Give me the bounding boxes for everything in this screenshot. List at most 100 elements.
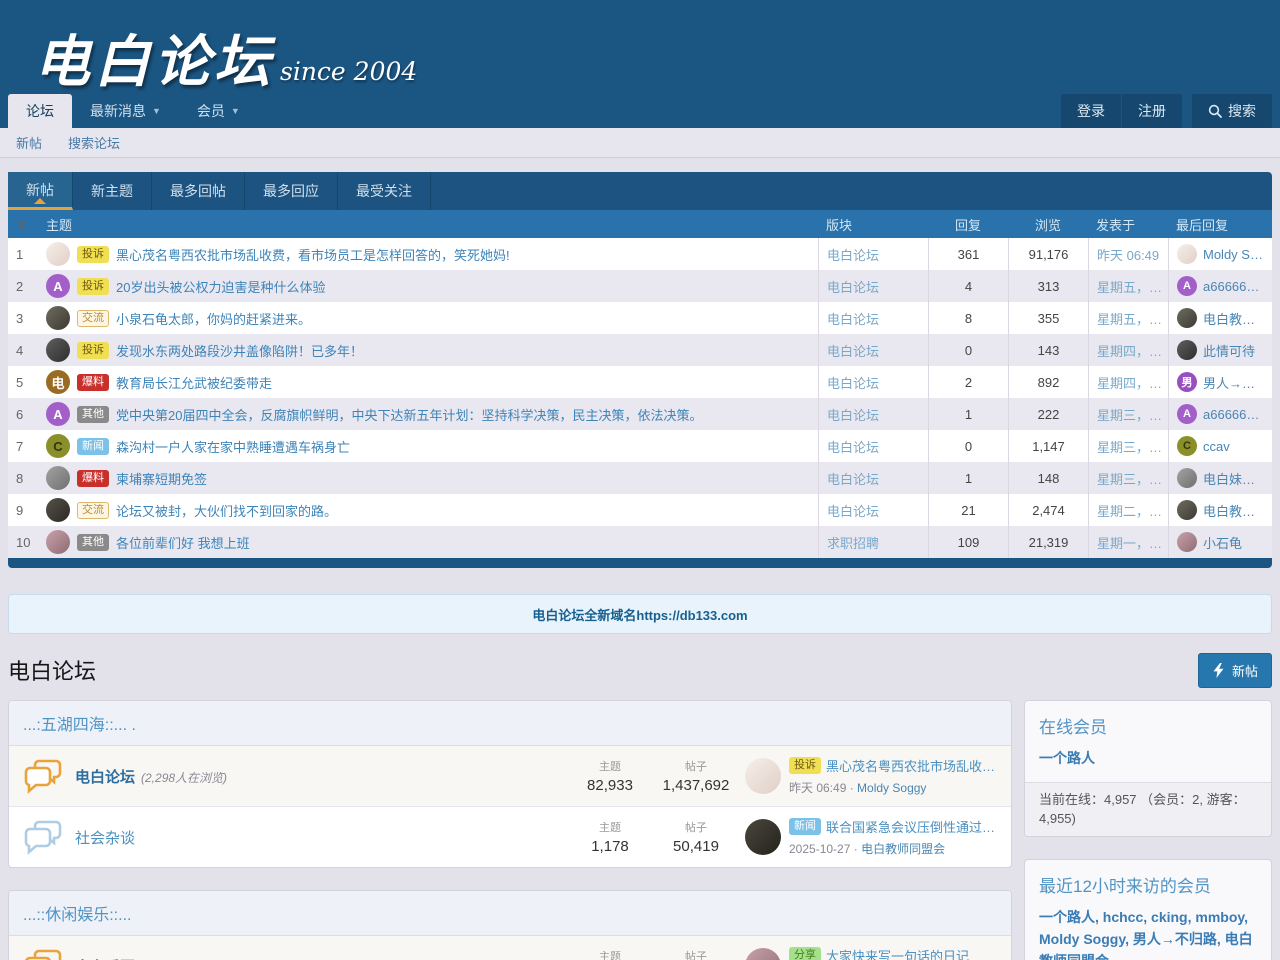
topic-title-link[interactable]: 党中央第20届四中全会，反腐旗帜鲜明，中央下达新五年计划：坚持科学决策，民主决策… <box>116 405 702 424</box>
latest-post-title-link[interactable]: 联合国紧急会议压倒性通过… <box>826 817 995 836</box>
topic-title-link[interactable]: 黑心茂名粤西农批市场乱收费，看市场员工是怎样回答的，笑死她妈! <box>116 245 510 264</box>
prefix-badge[interactable]: 爆料 <box>77 374 109 391</box>
forum-link[interactable]: 电白论坛 <box>827 309 879 328</box>
visitor-link[interactable]: 一个路人 <box>1039 909 1103 925</box>
subnav-search-forums[interactable]: 搜索论坛 <box>68 133 120 152</box>
prefix-badge[interactable]: 投诉 <box>77 246 109 263</box>
last-reply-user-link[interactable]: 电白妹子… <box>1203 469 1264 488</box>
tab-most-replies[interactable]: 最多回帖 <box>152 172 245 210</box>
forum-link[interactable]: 电白论坛 <box>827 469 879 488</box>
avatar[interactable] <box>745 819 781 855</box>
search-button[interactable]: 搜索 <box>1192 94 1272 128</box>
visitor-link[interactable]: 男人→不归路 <box>1133 931 1225 947</box>
avatar[interactable] <box>1177 340 1197 360</box>
avatar[interactable]: A <box>1177 404 1197 424</box>
post-date-link[interactable]: 星期四，… <box>1097 373 1162 392</box>
prefix-badge[interactable]: 交流 <box>77 310 109 327</box>
subnav-new-posts[interactable]: 新帖 <box>16 133 42 152</box>
topic-title-link[interactable]: 20岁出头被公权力迫害是种什么体验 <box>116 277 325 296</box>
prefix-badge[interactable]: 分享 <box>789 947 821 960</box>
avatar[interactable]: A <box>46 274 70 298</box>
post-date-link[interactable]: 星期三，… <box>1097 405 1162 424</box>
topic-title-link[interactable]: 论坛又被封，大伙们找不到回家的路。 <box>116 501 337 520</box>
avatar[interactable] <box>1177 244 1197 264</box>
latest-post-user-link[interactable]: 电白教师同盟会 <box>861 842 945 856</box>
avatar[interactable] <box>46 242 70 266</box>
visitor-link[interactable]: cking <box>1151 909 1195 925</box>
topic-title-link[interactable]: 柬埔寨短期免签 <box>116 469 207 488</box>
forum-link[interactable]: 电白论坛 <box>827 341 879 360</box>
forum-link[interactable]: 电白论坛 <box>827 245 879 264</box>
forum-link[interactable]: 电白论坛 <box>827 373 879 392</box>
visitor-link[interactable]: hchcc <box>1103 909 1151 925</box>
avatar[interactable] <box>1177 308 1197 328</box>
last-reply-user-link[interactable]: 男人→不… <box>1203 373 1264 392</box>
forum-link[interactable]: 电白论坛 <box>827 405 879 424</box>
nav-tab-forums[interactable]: 论坛 <box>8 94 72 128</box>
tab-most-viewed[interactable]: 最受关注 <box>338 172 431 210</box>
forum-link[interactable]: 求职招聘 <box>827 533 879 552</box>
forum-link[interactable]: 电白论坛 <box>827 437 879 456</box>
panel-title[interactable]: 在线会员 <box>1025 701 1271 746</box>
prefix-badge[interactable]: 投诉 <box>77 342 109 359</box>
panel-title[interactable]: 最近12小时来访的会员 <box>1025 860 1271 905</box>
nav-tab-whats-new[interactable]: 最新消息▼ <box>72 94 179 128</box>
tab-most-reactions[interactable]: 最多回应 <box>245 172 338 210</box>
topic-title-link[interactable]: 各位前辈们好 我想上班 <box>116 533 250 552</box>
avatar[interactable]: 电 <box>46 370 70 394</box>
last-reply-user-link[interactable]: Moldy So… <box>1203 247 1264 262</box>
avatar[interactable] <box>745 758 781 794</box>
prefix-badge[interactable]: 爆料 <box>77 470 109 487</box>
register-button[interactable]: 注册 <box>1121 94 1182 128</box>
last-reply-user-link[interactable]: 电白教师… <box>1203 501 1264 520</box>
prefix-badge[interactable]: 投诉 <box>77 278 109 295</box>
online-member-link[interactable]: 一个路人 <box>1039 750 1095 766</box>
topic-title-link[interactable]: 发现水东两处路段沙井盖像陷阱！已多年！ <box>116 341 363 360</box>
forum-title-link[interactable]: 水上乐园 <box>75 956 135 960</box>
post-date-link[interactable]: 昨天 06:49 <box>1097 245 1159 264</box>
avatar[interactable]: A <box>1177 276 1197 296</box>
post-date-link[interactable]: 星期五，… <box>1097 309 1162 328</box>
tab-new-threads[interactable]: 新主题 <box>73 172 152 210</box>
avatar[interactable] <box>46 530 70 554</box>
avatar[interactable] <box>46 498 70 522</box>
last-reply-user-link[interactable]: 小石龟 <box>1203 533 1242 552</box>
visitor-link[interactable]: mmboy <box>1195 909 1248 925</box>
post-date-link[interactable]: 星期三，… <box>1097 469 1162 488</box>
avatar[interactable] <box>46 338 70 362</box>
visitor-link[interactable]: Moldy Soggy <box>1039 931 1133 947</box>
avatar[interactable]: A <box>46 402 70 426</box>
prefix-badge[interactable]: 新闻 <box>789 818 821 835</box>
post-date-link[interactable]: 星期二，… <box>1097 501 1162 520</box>
logo[interactable]: 电白论坛 since 2004 <box>0 0 1280 94</box>
post-date-link[interactable]: 星期三，… <box>1097 437 1162 456</box>
post-date-link[interactable]: 星期四，… <box>1097 341 1162 360</box>
prefix-badge[interactable]: 其他 <box>77 406 109 423</box>
category-title[interactable]: ...:五湖四海::... . <box>9 701 1011 746</box>
forum-link[interactable]: 电白论坛 <box>827 277 879 296</box>
avatar[interactable] <box>1177 500 1197 520</box>
tab-new-posts[interactable]: 新帖 <box>8 172 73 210</box>
nav-tab-members[interactable]: 会员▼ <box>179 94 258 128</box>
prefix-badge[interactable]: 交流 <box>77 502 109 519</box>
avatar[interactable]: C <box>1177 436 1197 456</box>
forum-title-link[interactable]: 社会杂谈 <box>75 827 135 848</box>
topic-title-link[interactable]: 森沟村一户人家在家中熟睡遭遇车祸身亡 <box>116 437 350 456</box>
prefix-badge[interactable]: 投诉 <box>789 757 821 774</box>
post-date-link[interactable]: 星期五，… <box>1097 277 1162 296</box>
login-button[interactable]: 登录 <box>1061 94 1121 128</box>
post-date-link[interactable]: 星期一，… <box>1097 533 1162 552</box>
avatar[interactable] <box>1177 468 1197 488</box>
topic-title-link[interactable]: 小泉石龟太郎，你妈的赶紧进来。 <box>116 309 311 328</box>
avatar[interactable] <box>1177 532 1197 552</box>
forum-title-link[interactable]: 电白论坛 <box>75 766 135 787</box>
last-reply-user-link[interactable]: a66666699 <box>1203 407 1264 422</box>
avatar[interactable] <box>745 948 781 960</box>
latest-post-title-link[interactable]: 黑心茂名粤西农批市场乱收… <box>826 756 995 775</box>
prefix-badge[interactable]: 其他 <box>77 534 109 551</box>
category-title[interactable]: ...::休闲娱乐::... <box>9 891 1011 936</box>
topic-title-link[interactable]: 教育局长江允武被纪委带走 <box>116 373 272 392</box>
last-reply-user-link[interactable]: 此情可待 <box>1203 341 1255 360</box>
avatar[interactable]: C <box>46 434 70 458</box>
last-reply-user-link[interactable]: ccav <box>1203 439 1230 454</box>
